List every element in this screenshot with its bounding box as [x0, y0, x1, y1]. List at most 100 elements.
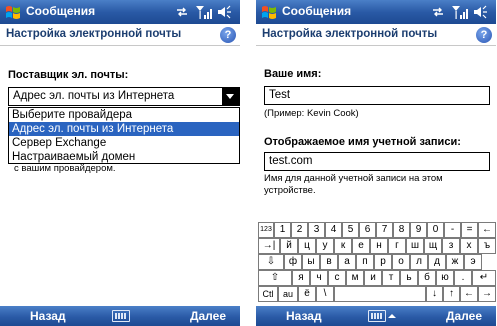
dropdown-item-custom-domain[interactable]: Настраиваемый домен: [9, 150, 239, 164]
key[interactable]: 7: [376, 222, 393, 238]
windows-flag-icon[interactable]: [4, 3, 22, 21]
key[interactable]: ф: [284, 254, 302, 270]
key[interactable]: х: [460, 238, 478, 254]
key-shift[interactable]: ⇧: [258, 270, 292, 286]
dropdown-item-internet-email[interactable]: Адрес эл. почты из Интернета: [9, 122, 239, 136]
key-backslash[interactable]: \: [316, 286, 334, 302]
key[interactable]: а: [338, 254, 356, 270]
help-icon[interactable]: ?: [476, 27, 492, 43]
key[interactable]: ь: [400, 270, 418, 286]
key-backspace[interactable]: ←: [478, 222, 496, 238]
key[interactable]: у: [316, 238, 334, 254]
key[interactable]: в: [320, 254, 338, 270]
keyboard-row-1: 123 1 2 3 4 5 6 7 8 9 0 - = ←: [258, 222, 496, 238]
key[interactable]: .: [454, 270, 472, 286]
keyboard-icon[interactable]: [368, 310, 386, 322]
key[interactable]: й: [280, 238, 298, 254]
speaker-icon: [474, 5, 487, 19]
chevron-down-icon[interactable]: [222, 88, 239, 105]
key[interactable]: г: [388, 238, 406, 254]
provider-combobox[interactable]: Адрес эл. почты из Интернета: [8, 87, 240, 106]
dropdown-item-choose-provider[interactable]: Выберите провайдера: [9, 108, 239, 122]
key[interactable]: ч: [310, 270, 328, 286]
key-arrow-right[interactable]: →: [478, 286, 496, 302]
key[interactable]: ю: [436, 270, 454, 286]
key-caps[interactable]: ⇩: [258, 254, 284, 270]
key[interactable]: 0: [427, 222, 444, 238]
key[interactable]: д: [428, 254, 446, 270]
key[interactable]: п: [356, 254, 374, 270]
key[interactable]: н: [370, 238, 388, 254]
name-input[interactable]: Test: [264, 86, 490, 105]
softkey-bar: Назад Далее: [0, 306, 240, 326]
key-tab[interactable]: →|: [258, 238, 280, 254]
key[interactable]: ё: [298, 286, 316, 302]
next-softkey[interactable]: Далее: [190, 309, 226, 323]
key[interactable]: е: [352, 238, 370, 254]
keyboard-icon[interactable]: [112, 310, 130, 322]
key-space[interactable]: [334, 286, 426, 302]
status-icons[interactable]: [430, 3, 492, 21]
page-title: Настройка электронной почты: [6, 28, 182, 40]
provider-label: Поставщик эл. почты:: [8, 69, 129, 81]
key[interactable]: и: [364, 270, 382, 286]
key[interactable]: ы: [302, 254, 320, 270]
signal-icon: [196, 6, 212, 19]
dropdown-item-exchange-server[interactable]: Сервер Exchange: [9, 136, 239, 150]
title-bar: Сообщения: [0, 0, 240, 24]
key[interactable]: я: [292, 270, 310, 286]
key[interactable]: о: [392, 254, 410, 270]
key[interactable]: ъ: [478, 238, 496, 254]
status-icons[interactable]: [174, 3, 236, 21]
left-screen: Сообщения Настройка электронной почты ? …: [0, 0, 240, 326]
key[interactable]: 3: [308, 222, 325, 238]
key-arrow-left[interactable]: ←: [460, 286, 478, 302]
key[interactable]: з: [442, 238, 460, 254]
display-name-label: Отображаемое имя учетной записи:: [264, 136, 461, 148]
key[interactable]: 4: [325, 222, 342, 238]
key[interactable]: л: [410, 254, 428, 270]
keyboard-row-5: Ctl au ё \ ↓ ↑ ← →: [258, 286, 496, 302]
key[interactable]: 6: [359, 222, 376, 238]
key[interactable]: 5: [342, 222, 359, 238]
back-softkey[interactable]: Назад: [30, 309, 66, 323]
key[interactable]: щ: [424, 238, 442, 254]
key-au[interactable]: au: [278, 286, 298, 302]
key[interactable]: с: [328, 270, 346, 286]
key[interactable]: =: [461, 222, 478, 238]
key[interactable]: э: [464, 254, 482, 270]
key[interactable]: к: [334, 238, 352, 254]
key[interactable]: 2: [291, 222, 308, 238]
caret-up-icon[interactable]: [388, 314, 396, 318]
key[interactable]: ц: [298, 238, 316, 254]
display-name-input[interactable]: test.com: [264, 152, 490, 171]
windows-flag-icon[interactable]: [260, 3, 278, 21]
keyboard-row-4: ⇧ я ч с м и т ь б ю . ↵: [258, 270, 496, 286]
key[interactable]: 9: [410, 222, 427, 238]
help-icon[interactable]: ?: [220, 27, 236, 43]
speaker-icon: [218, 5, 231, 19]
key[interactable]: т: [382, 270, 400, 286]
key-123[interactable]: 123: [258, 222, 274, 238]
signal-icon: [452, 6, 468, 19]
key[interactable]: р: [374, 254, 392, 270]
name-example: (Пример: Kevin Cook): [264, 108, 359, 119]
sync-arrows-icon: [177, 7, 187, 17]
key-enter[interactable]: ↵: [472, 270, 496, 286]
next-softkey[interactable]: Далее: [446, 309, 482, 323]
key[interactable]: ж: [446, 254, 464, 270]
key[interactable]: б: [418, 270, 436, 286]
app-title: Сообщения: [282, 4, 352, 18]
key-ctrl[interactable]: Ctl: [258, 286, 278, 302]
key-arrow-up[interactable]: ↑: [443, 286, 460, 302]
key[interactable]: -: [444, 222, 461, 238]
back-softkey[interactable]: Назад: [286, 309, 322, 323]
key[interactable]: 1: [274, 222, 291, 238]
key-arrow-down[interactable]: ↓: [426, 286, 443, 302]
provider-hint-text: с вашим провайдером.: [14, 163, 116, 174]
key[interactable]: м: [346, 270, 364, 286]
provider-selected-value: Адрес эл. почты из Интернета: [13, 90, 175, 102]
page-header: Настройка электронной почты ?: [256, 24, 496, 46]
key[interactable]: 8: [393, 222, 410, 238]
key[interactable]: ш: [406, 238, 424, 254]
